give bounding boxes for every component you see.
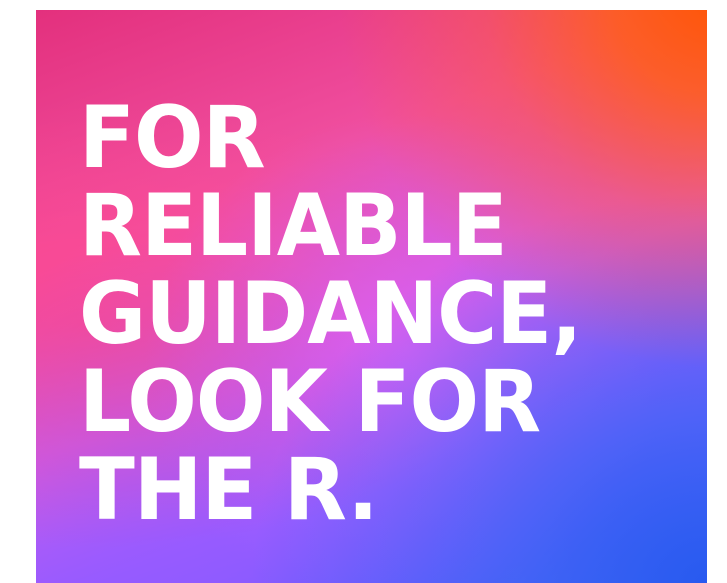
headline-line-5: THE R. xyxy=(79,440,379,540)
promo-card: FOR RELIABLE GUIDANCE, LOOK FOR THE R. xyxy=(36,10,707,583)
screenshot-frame: FOR RELIABLE GUIDANCE, LOOK FOR THE R. xyxy=(0,0,727,583)
headline-line-2: RELIABLE xyxy=(79,176,508,276)
headline-line-1: FOR xyxy=(79,88,266,188)
headline-line-3: GUIDANCE, xyxy=(79,264,582,364)
headline-line-4: LOOK FOR xyxy=(79,352,541,452)
headline: FOR RELIABLE GUIDANCE, LOOK FOR THE R. xyxy=(79,94,699,534)
